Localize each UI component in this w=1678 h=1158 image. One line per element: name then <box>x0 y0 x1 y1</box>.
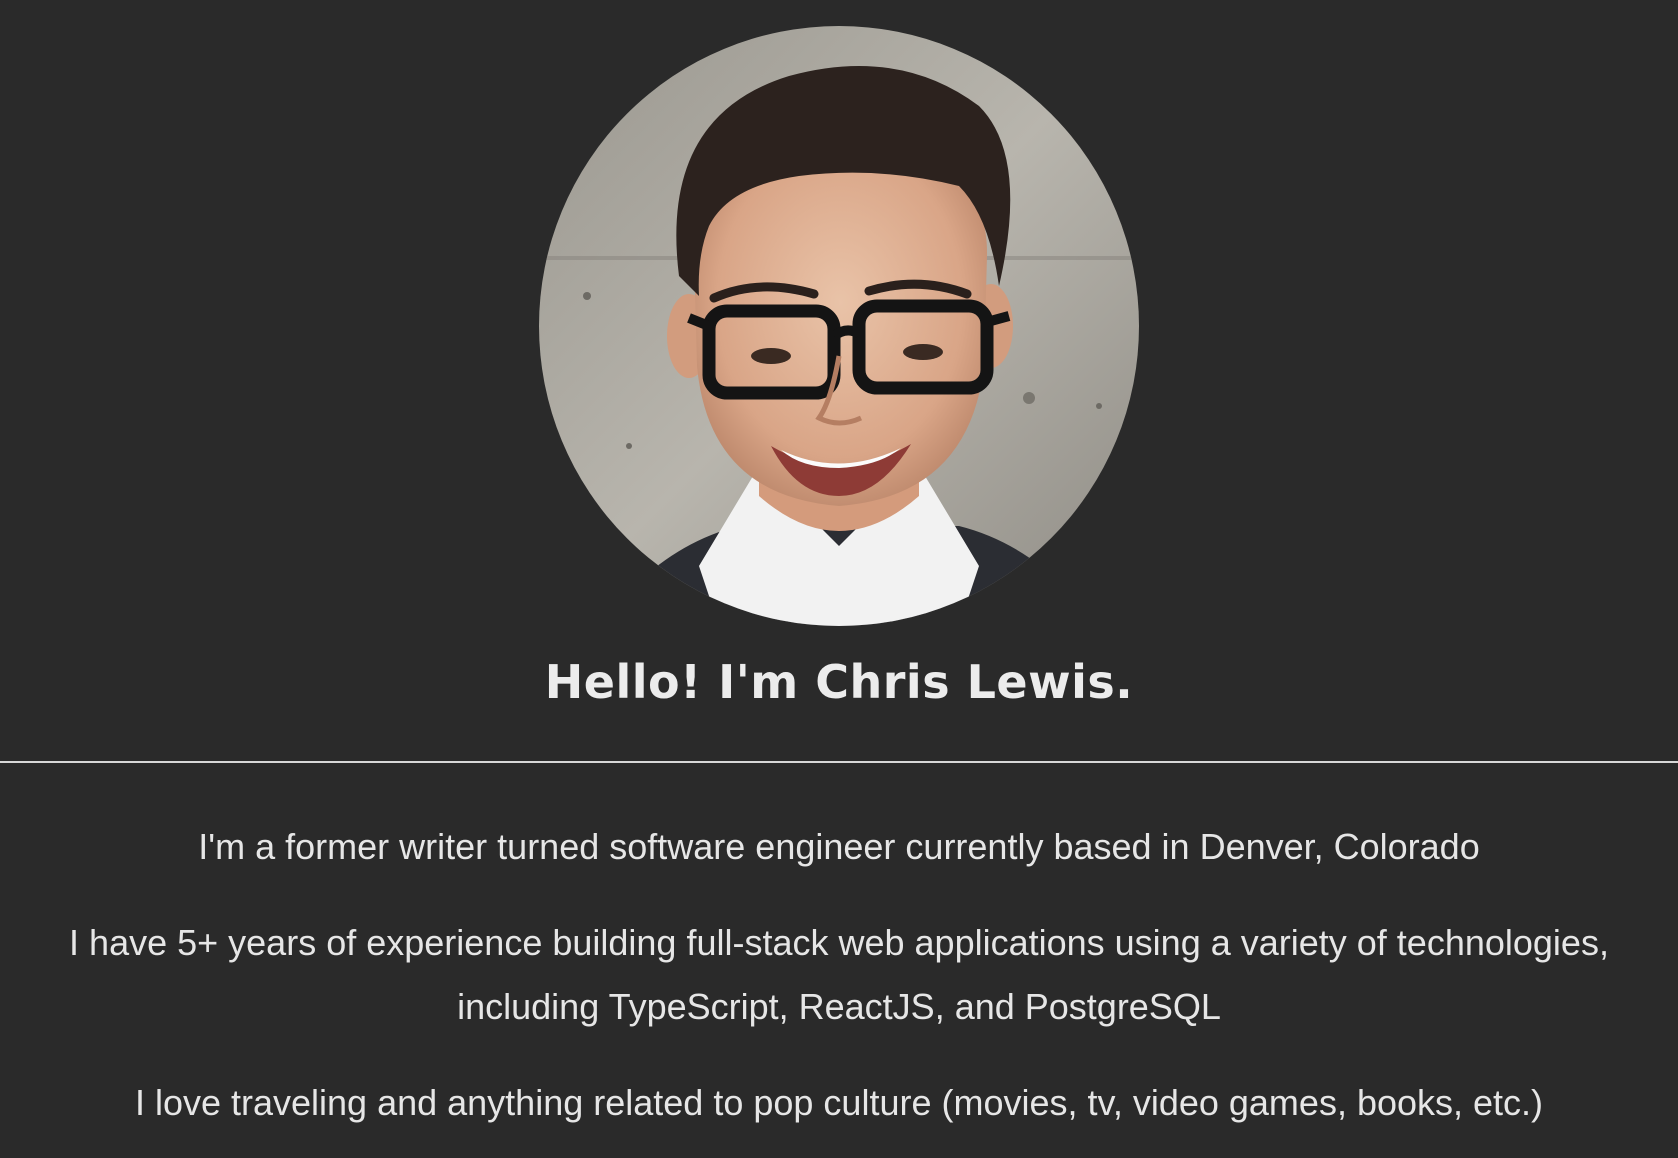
page-title: Hello! I'm Chris Lewis. <box>544 655 1134 709</box>
bio-paragraph-experience: I have 5+ years of experience building f… <box>69 922 1609 1027</box>
section-divider <box>0 761 1678 763</box>
bio-paragraph-location: I'm a former writer turned software engi… <box>198 826 1480 867</box>
profile-page: Hello! I'm Chris Lewis. I'm a former wri… <box>0 0 1678 1158</box>
profile-avatar <box>539 26 1139 626</box>
bio-paragraph-interests: I love traveling and anything related to… <box>134 1082 1544 1123</box>
profile-photo <box>539 26 1139 626</box>
bio-section: I'm a former writer turned software engi… <box>40 815 1638 1158</box>
